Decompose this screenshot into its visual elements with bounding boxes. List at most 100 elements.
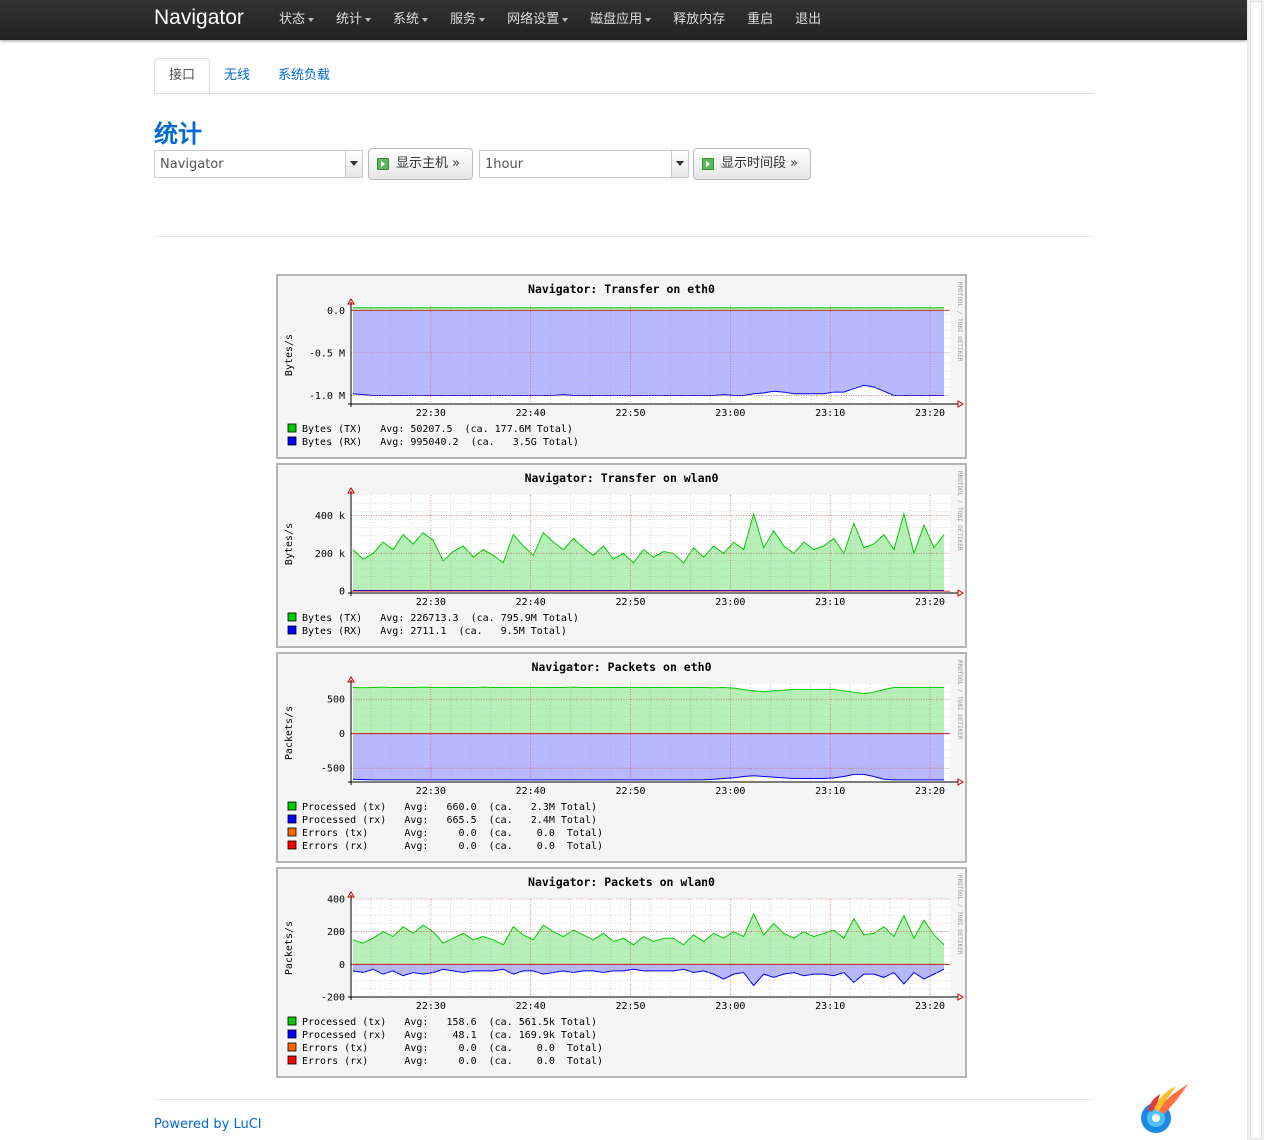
x-tick-label: 23:10 (815, 786, 845, 797)
nav-menu-label: 系统 (393, 12, 420, 27)
chart-transfer-wlan0: Navigator: Transfer on wlan0 RRDTOOL / TO… (284, 471, 964, 637)
x-tick-label: 23:20 (915, 408, 945, 419)
show-host-button[interactable]: 显示主机 » (368, 148, 474, 180)
scrollbar-thumb[interactable] (1250, 1, 1262, 1139)
x-tick-label: 23:00 (715, 786, 745, 797)
chart-watermark: RRDTOOL / TOBI OETIKER (956, 875, 963, 955)
x-tick-label: 22:40 (516, 408, 546, 419)
chevron-down-icon (671, 151, 688, 177)
x-tick-label: 23:10 (815, 1001, 845, 1012)
legend-swatch (287, 1029, 297, 1039)
legend-text: Processed (rx) Avg: 665.5 (ca. 2.4M Tota… (302, 815, 597, 826)
divider (154, 236, 1094, 237)
series-area (353, 733, 944, 780)
brand-link[interactable]: Navigator (154, 6, 244, 30)
top-navbar: Navigator 状态 统计 系统 服务 网络设置 磁盘应用 释放内存 重启 退出 (0, 0, 1247, 40)
y-tick-label: 0 (339, 960, 345, 971)
x-tick-label: 23:20 (915, 597, 945, 608)
chart-title: Navigator: Packets on eth0 (531, 660, 711, 674)
x-tick-label: 22:50 (615, 597, 645, 608)
legend-swatch (287, 1055, 297, 1065)
series-area (353, 687, 944, 734)
x-tick-label: 23:10 (815, 597, 845, 608)
vertical-scrollbar[interactable] (1247, 0, 1264, 1140)
x-tick-label: 22:40 (516, 786, 546, 797)
legend-swatch (287, 1042, 297, 1052)
x-tick-label: 23:20 (915, 786, 945, 797)
x-tick-label: 22:30 (416, 408, 446, 419)
y-tick-label: 400 k (315, 511, 345, 522)
legend-text: Bytes (TX) Avg: 226713.3 (ca. 795.9M Tot… (302, 613, 579, 624)
y-tick-label: -500 (321, 764, 345, 775)
nav-menu-label: 状态 (279, 12, 306, 27)
timespan-select[interactable]: 1hour (479, 150, 689, 178)
y-tick-label: 0 (339, 729, 345, 740)
legend-swatch (287, 612, 297, 622)
powered-by-link[interactable]: Powered by LuCI (154, 1117, 262, 1132)
y-axis-label: Bytes/s (284, 523, 295, 565)
caret-down-icon (562, 17, 569, 22)
x-tick-label: 23:10 (815, 408, 845, 419)
x-tick-label: 23:00 (715, 597, 745, 608)
caret-down-icon (422, 17, 429, 22)
x-tick-label: 22:50 (615, 408, 645, 419)
legend-swatch (287, 436, 297, 446)
legend-text: Processed (rx) Avg: 48.1 (ca. 169.9k Tot… (302, 1030, 597, 1041)
nav-menu-label: 网络设置 (507, 12, 560, 27)
y-tick-label: -200 (321, 993, 345, 1004)
y-tick-label: 400 (327, 895, 345, 906)
y-tick-label: 200 (327, 927, 345, 938)
nav-menu-item[interactable]: 释放内存 (660, 0, 734, 40)
nav-menu-label: 重启 (747, 12, 774, 27)
show-host-button-label: 显示主机 » (396, 156, 461, 171)
show-timespan-button[interactable]: 显示时间段 » (693, 148, 812, 180)
legend-text: Bytes (TX) Avg: 50207.5 (ca. 177.6M Tota… (302, 424, 573, 435)
legend-text: Errors (tx) Avg: 0.0 (ca. 0.0 Total) (302, 1043, 603, 1054)
tab-bar: 接口 无线 系统负载 (154, 58, 1094, 94)
nav-menu-label: 统计 (336, 12, 363, 27)
chart-watermark: RRDTOOL / TOBI OETIKER (956, 660, 963, 740)
nav-menu-item[interactable]: 退出 (782, 0, 830, 40)
host-select-value: Navigator (160, 157, 224, 172)
legend-swatch (287, 827, 297, 837)
go-icon (377, 158, 389, 170)
chart-title: Navigator: Packets on wlan0 (528, 875, 715, 889)
y-tick-label: 500 (327, 695, 345, 706)
footer-divider (154, 1099, 1094, 1100)
legend-text: Errors (rx) Avg: 0.0 (ca. 0.0 Total) (302, 841, 603, 852)
page-title: 统计 (154, 120, 202, 148)
host-select[interactable]: Navigator (154, 150, 363, 178)
tab[interactable]: 系统负载 (264, 58, 344, 93)
nav-menu-label: 释放内存 (673, 12, 726, 27)
chart-title: Navigator: Transfer on eth0 (528, 282, 715, 296)
nav-menu-label: 磁盘应用 (590, 12, 643, 27)
show-timespan-button-label: 显示时间段 » (721, 156, 799, 171)
go-icon (702, 158, 714, 170)
chart-packets-eth0: Navigator: Packets on eth0 RRDTOOL / TOBI… (284, 660, 964, 852)
x-tick-label: 22:40 (516, 1001, 546, 1012)
nav-menu-item[interactable]: 磁盘应用 (577, 0, 660, 40)
legend-swatch (287, 814, 297, 824)
caret-down-icon (479, 17, 486, 22)
x-tick-label: 23:20 (915, 1001, 945, 1012)
y-tick-label: -1.0 M (309, 391, 345, 402)
nav-menu-item[interactable]: 网络设置 (494, 0, 577, 40)
nav-menu-item[interactable]: 统计 (323, 0, 380, 40)
tab[interactable]: 接口 (154, 58, 211, 93)
x-tick-label: 22:30 (416, 1001, 446, 1012)
nav-menu-item[interactable]: 系统 (380, 0, 437, 40)
nav-menu-item[interactable]: 重启 (734, 0, 782, 40)
tab[interactable]: 无线 (210, 58, 264, 93)
y-axis-label: Packets/s (284, 706, 295, 760)
y-tick-label: -0.5 M (309, 348, 345, 359)
chart-watermark: RRDTOOL / TOBI OETIKER (956, 282, 963, 362)
app-logo-icon[interactable] (1136, 1080, 1192, 1136)
legend-swatch (287, 840, 297, 850)
chart-packets-wlan0: Navigator: Packets on wlan0 RRDTOOL / TOB… (284, 875, 964, 1067)
legend-swatch (287, 625, 297, 635)
nav-menu-item[interactable]: 服务 (437, 0, 494, 40)
nav-menu-item[interactable]: 状态 (266, 0, 323, 40)
nav-menu-label: 退出 (795, 12, 822, 27)
graph-transfer-wlan0: Navigator: Transfer on wlan0 RRDTOOL / TO… (276, 463, 967, 648)
x-tick-label: 23:00 (715, 1001, 745, 1012)
